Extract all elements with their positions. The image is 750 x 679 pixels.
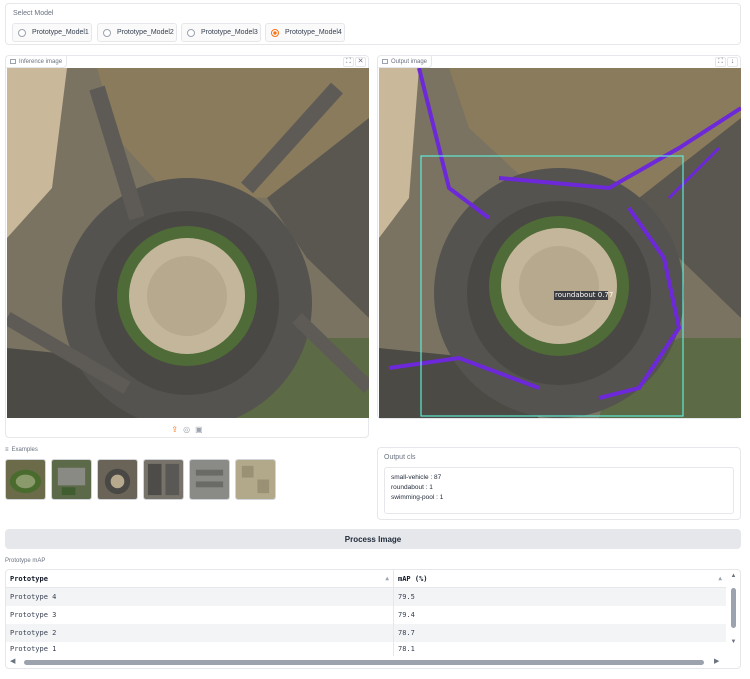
radio-label: Prototype_Model1 (32, 29, 89, 36)
scroll-left-icon[interactable]: ◀ (10, 657, 15, 665)
horizontal-scrollbar[interactable]: ◀ ▶ (6, 657, 726, 667)
clipboard-icon[interactable]: ▣ (195, 425, 203, 434)
column-header-map[interactable]: mAP (%) ▲ (394, 570, 726, 587)
radio-selected-icon (271, 28, 279, 37)
fullscreen-icon[interactable]: ⛶ (343, 57, 354, 67)
model-selector-title: Select Model (13, 10, 54, 17)
map-table-title: Prototype mAP (5, 558, 46, 564)
table-row: Prototype 4 79.5 (6, 588, 726, 606)
table-row: Prototype 3 79.4 (6, 606, 726, 624)
cls-line: small-vehicle : 87 (391, 474, 442, 481)
output-image-panel: Output image ⛶ ↓ roundabout 0.77 (377, 55, 741, 419)
output-cls-textbox[interactable]: small-vehicle : 87 roundabout : 1 swimmi… (384, 467, 734, 514)
table-cell[interactable]: 79.4 (394, 606, 726, 624)
table-row: Prototype 1 78.1 (6, 642, 726, 656)
webcam-icon[interactable]: ◎ (183, 425, 190, 434)
table-cell[interactable]: Prototype 4 (6, 588, 394, 606)
vertical-scrollbar[interactable]: ▲ ▼ (729, 573, 738, 648)
examples-gallery (5, 459, 276, 500)
upload-icon[interactable]: ⇪ (171, 425, 178, 434)
radio-label: Prototype_Model4 (285, 29, 342, 36)
radio-label: Prototype_Model3 (201, 29, 258, 36)
map-table: Prototype ▲ mAP (%) ▲ Prototype 4 79.5 P… (5, 569, 741, 669)
inference-image[interactable] (7, 68, 369, 418)
table-cell[interactable]: Prototype 1 (6, 642, 394, 656)
close-icon[interactable]: ✕ (355, 57, 366, 67)
list-icon: ≡ (5, 447, 9, 453)
header-label: mAP (%) (398, 574, 428, 583)
output-image-label: Output image (391, 58, 428, 65)
examples-label: Examples (11, 447, 38, 453)
example-thumbnail[interactable] (51, 459, 92, 500)
radio-model2[interactable]: Prototype_Model2 (97, 23, 177, 42)
scrollbar-thumb[interactable] (24, 660, 704, 665)
cls-line: roundabout : 1 (391, 484, 433, 491)
cls-line: swimming-pool : 1 (391, 494, 444, 501)
table-header-row: Prototype ▲ mAP (%) ▲ (6, 570, 726, 588)
radio-model1[interactable]: Prototype_Model1 (12, 23, 92, 42)
table-cell[interactable]: Prototype 3 (6, 606, 394, 624)
radio-circle-icon (18, 28, 26, 37)
examples-title: ≡ Examples (5, 447, 305, 453)
table-cell[interactable]: 78.7 (394, 624, 726, 642)
example-thumbnail[interactable] (189, 459, 230, 500)
example-thumbnail[interactable] (143, 459, 184, 500)
scroll-up-icon[interactable]: ▲ (729, 573, 738, 579)
output-image: roundabout 0.77 (379, 68, 741, 418)
examples-section: ≡ Examples (5, 447, 305, 503)
example-thumbnail[interactable] (235, 459, 276, 500)
table-cell[interactable]: 79.5 (394, 588, 726, 606)
example-thumbnail[interactable] (5, 459, 46, 500)
output-cls-title: Output cls (384, 454, 416, 461)
output-cls-panel: Output cls small-vehicle : 87 roundabout… (377, 447, 741, 520)
table-cell[interactable]: Prototype 2 (6, 624, 394, 642)
inference-image-tag: Inference image (6, 56, 68, 68)
image-source-tools: ⇪ ◎ ▣ (6, 425, 368, 434)
scrollbar-thumb[interactable] (731, 588, 736, 628)
radio-model3[interactable]: Prototype_Model3 (181, 23, 261, 42)
radio-circle-icon (187, 28, 195, 37)
sort-icon[interactable]: ▲ (718, 575, 722, 582)
example-thumbnail[interactable] (97, 459, 138, 500)
table-row: Prototype 2 78.7 (6, 624, 726, 642)
column-header-prototype[interactable]: Prototype ▲ (6, 570, 394, 587)
process-image-button[interactable]: Process Image (5, 529, 741, 549)
scroll-down-icon[interactable]: ▼ (729, 639, 738, 645)
table-cell[interactable]: 78.1 (394, 642, 726, 656)
inference-image-label: Inference image (19, 58, 63, 65)
fullscreen-icon[interactable]: ⛶ (715, 57, 726, 67)
image-icon (382, 59, 388, 64)
scroll-right-icon[interactable]: ▶ (714, 657, 719, 665)
download-icon[interactable]: ↓ (727, 57, 738, 67)
inference-image-panel: Inference image ⛶ ✕ ⇪ ◎ ▣ (5, 55, 369, 438)
image-icon (10, 59, 16, 64)
sort-icon[interactable]: ▲ (385, 575, 389, 582)
radio-model4[interactable]: Prototype_Model4 (265, 23, 345, 42)
model-selector: Select Model Prototype_Model1 Prototype_… (5, 3, 741, 45)
header-label: Prototype (10, 574, 48, 583)
output-image-tag: Output image (378, 56, 433, 68)
radio-label: Prototype_Model2 (117, 29, 174, 36)
radio-circle-icon (103, 28, 111, 37)
detection-label: roundabout 0.77 (555, 291, 614, 299)
